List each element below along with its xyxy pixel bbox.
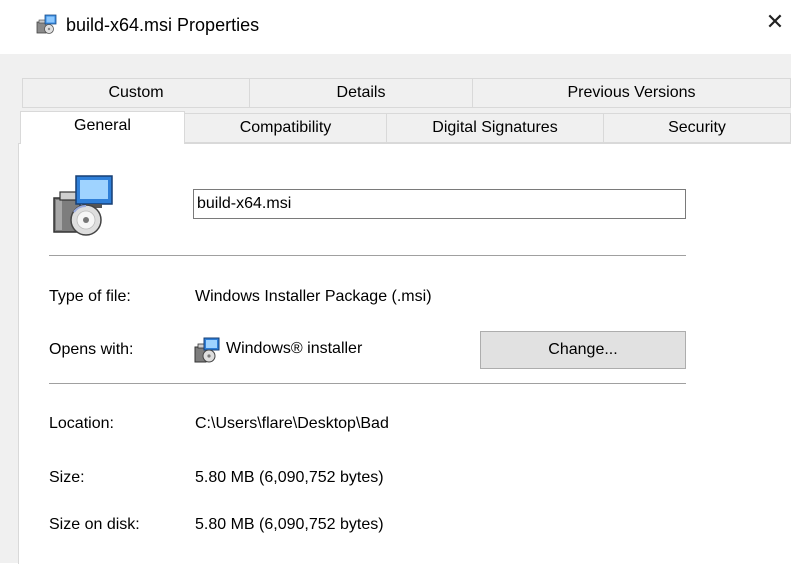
window-title: build-x64.msi Properties (66, 15, 260, 35)
tab-details[interactable]: Details (249, 78, 473, 108)
tab-compatibility[interactable]: Compatibility (184, 113, 387, 143)
close-button[interactable]: ✕ (759, 4, 791, 40)
separator-2 (49, 383, 686, 384)
msi-file-icon (53, 175, 113, 236)
opens-with-label: Opens with: (49, 341, 134, 358)
windows-installer-icon (194, 337, 220, 363)
size-on-disk-label: Size on disk: (49, 516, 140, 533)
type-of-file-label: Type of file: (49, 288, 131, 305)
tab-previous-versions[interactable]: Previous Versions (472, 78, 791, 108)
tab-custom[interactable]: Custom (22, 78, 250, 108)
separator-1 (49, 255, 686, 256)
size-value: 5.80 MB (6,090,752 bytes) (195, 469, 384, 486)
size-label: Size: (49, 469, 85, 486)
msi-package-icon (36, 14, 57, 34)
location-label: Location: (49, 415, 114, 432)
type-of-file-value: Windows Installer Package (.msi) (195, 288, 432, 305)
title-bar: build-x64.msi Properties ✕ (0, 0, 791, 54)
size-on-disk-value: 5.80 MB (6,090,752 bytes) (195, 516, 384, 533)
tab-security[interactable]: Security (603, 113, 791, 143)
location-value: C:\Users\flare\Desktop\Bad (195, 415, 389, 432)
tab-general[interactable]: General (20, 111, 185, 144)
tab-digital-signatures[interactable]: Digital Signatures (386, 113, 604, 143)
opens-with-value: Windows® installer (226, 340, 363, 357)
change-button[interactable]: Change... (480, 331, 686, 369)
file-name-field[interactable] (193, 189, 686, 219)
